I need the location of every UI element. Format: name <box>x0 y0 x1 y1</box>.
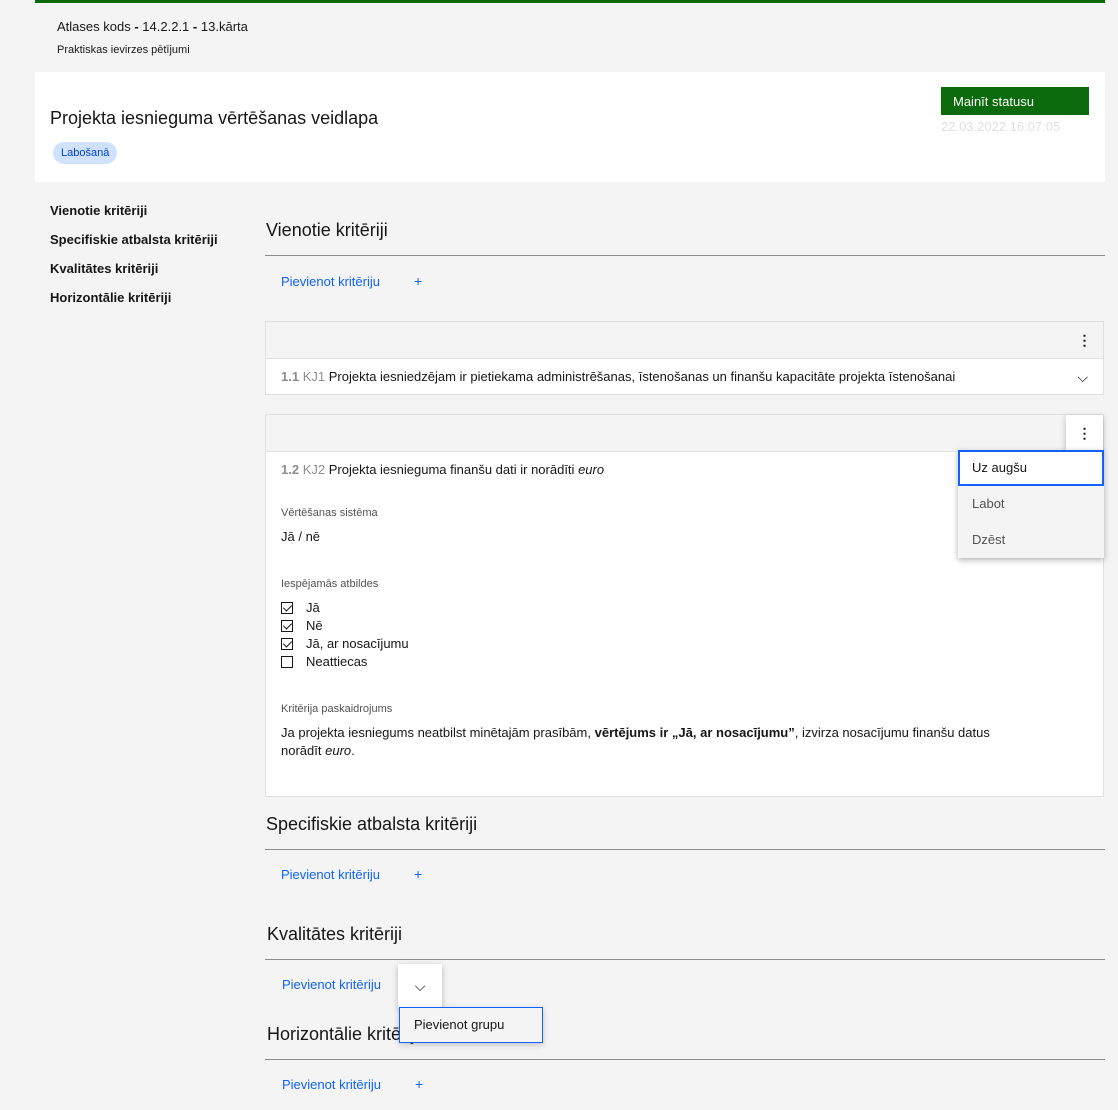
answer-option: Jā, ar nosacījumu <box>281 636 409 651</box>
criterion-number: 1.1 <box>281 369 300 384</box>
checkbox-checked-icon <box>281 637 293 650</box>
overflow-menu-icon[interactable]: ⋮ <box>1066 322 1103 359</box>
add-criterion-link[interactable]: Pievienot kritēriju <box>282 1077 381 1092</box>
chevron-down-icon[interactable]: ⌵ <box>1077 359 1088 395</box>
explanation-italic: euro <box>325 743 352 758</box>
answer-label: Neattiecas <box>306 654 368 669</box>
menu-item-delete[interactable]: Dzēst <box>958 522 1104 558</box>
criterion-card-header: ⋮ <box>266 322 1103 359</box>
criterion-code: KJ2 <box>302 462 326 477</box>
explanation-text: . <box>351 743 355 758</box>
criterion-context-menu: Uz augšu Labot Dzēst <box>958 450 1104 558</box>
section-divider <box>265 1059 1105 1060</box>
breadcrumb: Atlases kods - 14.2.2.1 - 13.kārta <box>57 19 248 34</box>
add-group-menu-item[interactable]: Pievienot grupu <box>399 1007 543 1043</box>
section-divider <box>265 959 1105 960</box>
menu-item-move-up[interactable]: Uz augšu <box>958 450 1104 486</box>
change-status-button[interactable]: Mainīt statusu <box>941 87 1089 115</box>
breadcrumb-code: 14.2.2.1 <box>142 19 190 34</box>
criterion-row[interactable]: 1.1 KJ1 Projekta iesniedzējam ir pietiek… <box>266 359 1103 395</box>
sidenav-item-horizontalie[interactable]: Horizontālie kritēriji <box>50 289 218 318</box>
checkbox-checked-icon <box>281 619 293 632</box>
criterion-explanation: Ja projekta iesniegums neatbilst minētaj… <box>281 724 1001 760</box>
criterion-number: 1.2 <box>281 462 300 477</box>
section-title-vienotie: Vienotie kritēriji <box>266 220 388 240</box>
possible-answers-label: Iespējamās atbildes <box>281 578 379 590</box>
explanation-bold: vērtējums ir „Jā, ar nosacījumu” <box>594 725 795 740</box>
evaluation-system-value: Jā / nē <box>281 529 321 544</box>
answer-option: Nē <box>281 618 323 633</box>
answer-label: Jā, ar nosacījumu <box>306 636 409 651</box>
chevron-down-icon[interactable]: ⌵ <box>398 964 442 1008</box>
criterion-card: ⋮ 1.1 KJ1 Projekta iesniedzējam ir pieti… <box>265 321 1104 395</box>
section-title-specifiskie: Specifiskie atbalsta kritēriji <box>266 814 478 834</box>
side-navigation: Vienotie kritēriji Specifiskie atbalsta … <box>50 202 218 318</box>
section-divider <box>265 849 1105 850</box>
criterion-text: Projekta iesniedzējam ir pietiekama admi… <box>328 369 956 384</box>
answer-label: Jā <box>306 600 320 615</box>
status-date: 22.03.2022 16:07:05 <box>941 119 1061 134</box>
sidenav-item-specifiskie[interactable]: Specifiskie atbalsta kritēriji <box>50 231 218 260</box>
evaluation-system-label: Vērtēšanas sistēma <box>281 507 378 519</box>
top-accent-bar <box>35 0 1105 3</box>
answer-option: Neattiecas <box>281 654 367 669</box>
section-title-horizontalie: Horizontālie kritēriji <box>267 1024 420 1044</box>
section-divider <box>265 255 1105 256</box>
criterion-card-header: ⋮ <box>266 415 1103 452</box>
add-criterion-plus-icon[interactable]: + <box>414 273 422 289</box>
criterion-text-italic: euro <box>578 462 605 477</box>
criterion-code: KJ1 <box>302 369 326 384</box>
header-panel: Projekta iesnieguma vērtēšanas veidlapa … <box>35 72 1105 182</box>
criterion-title: 1.2 KJ2 Projekta iesnieguma finanšu dati… <box>281 462 604 477</box>
sidenav-item-kvalitates[interactable]: Kvalitātes kritēriji <box>50 260 218 289</box>
page-title: Projekta iesnieguma vērtēšanas veidlapa <box>50 108 379 128</box>
breadcrumb-separator: - <box>134 19 139 34</box>
sidenav-item-vienotie[interactable]: Vienotie kritēriji <box>50 202 218 231</box>
section-title-kvalitates: Kvalitātes kritēriji <box>267 924 403 944</box>
overflow-menu-icon[interactable]: ⋮ <box>1066 415 1103 452</box>
add-criterion-plus-icon[interactable]: + <box>415 1076 423 1092</box>
breadcrumb-separator: - <box>192 19 198 34</box>
checkbox-checked-icon <box>281 601 293 614</box>
explanation-text: Ja projekta iesniegums neatbilst minētaj… <box>281 725 591 740</box>
add-criterion-link[interactable]: Pievienot kritēriju <box>281 274 380 289</box>
breadcrumb-label: Atlases kods <box>57 19 131 34</box>
add-criterion-link[interactable]: Pievienot kritēriju <box>281 867 380 882</box>
answer-option: Jā <box>281 600 320 615</box>
add-criterion-plus-icon[interactable]: + <box>414 866 422 882</box>
criterion-explanation-label: Kritērija paskaidrojums <box>281 703 393 715</box>
menu-item-edit[interactable]: Labot <box>958 486 1104 522</box>
add-criterion-link[interactable]: Pievienot kritēriju <box>282 977 381 992</box>
page-subtitle: Praktiskas ievirzes pētījumi <box>57 44 190 56</box>
breadcrumb-round: 13.kārta <box>200 19 248 34</box>
answer-label: Nē <box>306 618 323 633</box>
checkbox-unchecked-icon <box>281 655 293 668</box>
status-badge: Labošanā <box>53 142 118 164</box>
criterion-text: Projekta iesnieguma finanšu dati ir norā… <box>328 462 575 477</box>
